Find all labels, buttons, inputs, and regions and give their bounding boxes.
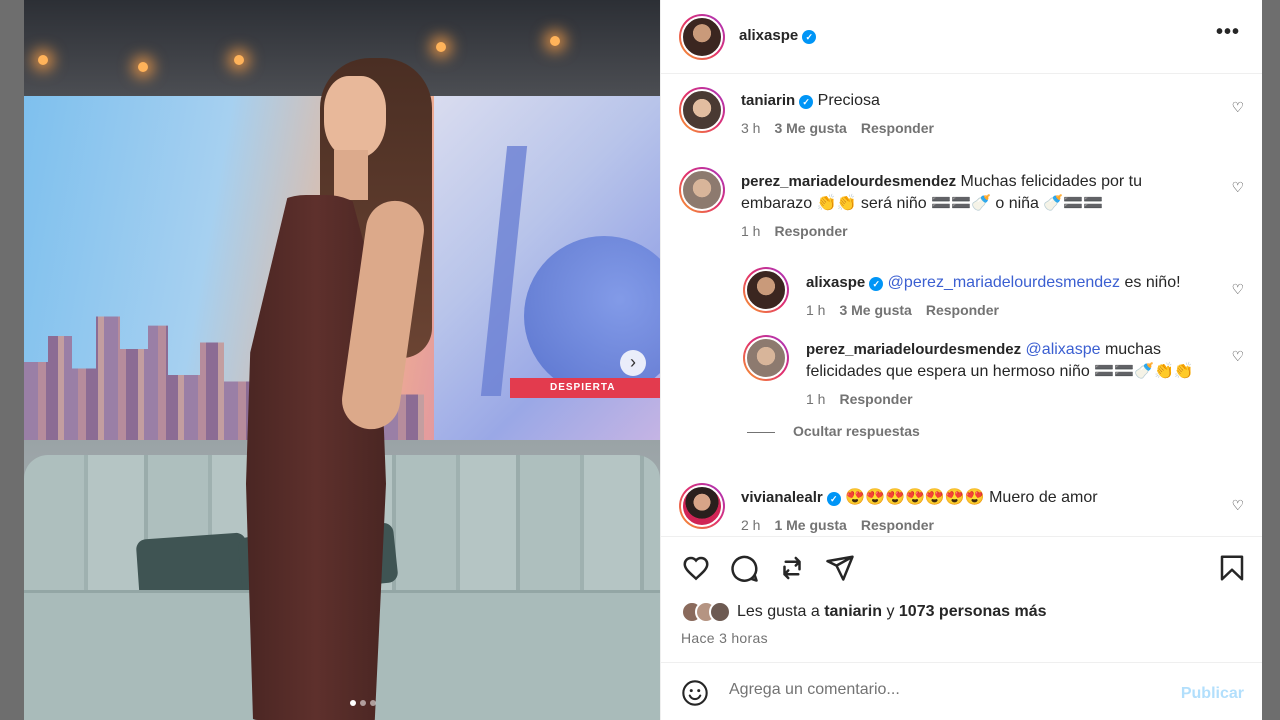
studio-lamp (550, 36, 560, 46)
studio-lamp (138, 62, 148, 72)
comment-username[interactable]: vivianalealr (741, 489, 823, 506)
comment-time[interactable]: 1 h (806, 302, 825, 318)
hide-replies-button[interactable]: Ocultar respuestas (747, 423, 920, 439)
carousel-dot (370, 700, 376, 706)
bookmark-icon[interactable] (1217, 553, 1247, 583)
like-comment-icon[interactable]: ♡ (1231, 179, 1244, 196)
like-comment-icon[interactable]: ♡ (1231, 281, 1244, 298)
comment-time[interactable]: 1 h (806, 391, 825, 407)
commenter-avatar[interactable] (743, 335, 789, 381)
hide-replies-label: Ocultar respuestas (793, 423, 920, 439)
comment-time[interactable]: 3 h (741, 120, 760, 136)
carousel-dot (360, 700, 366, 706)
heart-icon[interactable] (681, 553, 711, 583)
comment: vivianalealr ✓ 😍😍😍😍😍😍😍 Muero de amor 2 h 1… (741, 487, 1221, 533)
verified-icon: ✓ (799, 95, 814, 109)
commenter-avatar[interactable] (743, 267, 789, 313)
reply-button[interactable]: Responder (861, 517, 934, 533)
post-photo[interactable]: DESPIERTA › (24, 0, 660, 720)
like-comment-icon[interactable]: ♡ (1231, 497, 1244, 514)
comment-text: Preciosa (817, 92, 880, 109)
repost-icon[interactable] (777, 553, 807, 583)
comment: taniarin ✓ Preciosa 3 h 3 Me gusta Responde… (741, 90, 1221, 136)
commenter-avatar[interactable] (679, 483, 725, 529)
emoji-icon[interactable] (681, 679, 709, 707)
comment-mention[interactable]: @alixaspe (1026, 341, 1101, 358)
comment-username[interactable]: alixaspe (806, 274, 865, 291)
like-comment-icon[interactable]: ♡ (1231, 348, 1244, 365)
likes-user[interactable]: taniarin (824, 603, 882, 620)
comment-likes[interactable]: 3 Me gusta (774, 120, 846, 136)
likes-prefix: Les gusta a (737, 603, 820, 620)
likes-others[interactable]: 1073 personas más (899, 603, 1047, 620)
comment: perez_mariadelourdesmendez Muchas felici… (741, 171, 1211, 239)
reply-button[interactable]: Responder (861, 120, 934, 136)
comment-composer: Publicar (661, 662, 1262, 720)
comment-time[interactable]: 1 h (741, 223, 760, 239)
person-face (324, 76, 386, 158)
studio-lamp (436, 42, 446, 52)
commenter-avatar[interactable] (679, 87, 725, 133)
carousel-dot-active (350, 700, 356, 706)
comment-username[interactable]: taniarin (741, 92, 795, 109)
reply-comment: perez_mariadelourdesmendez @alixaspe muc… (806, 339, 1206, 407)
person-neck (334, 150, 368, 200)
post-panel: alixaspe ✓ ••• taniarin ✓ Preciosa 3 h 3 Me… (660, 0, 1262, 720)
author-avatar[interactable] (679, 14, 725, 60)
author-username[interactable]: alixaspe (739, 27, 798, 44)
studio-lamp (234, 55, 244, 65)
comment-input[interactable] (729, 681, 1149, 699)
share-icon[interactable] (825, 553, 855, 583)
reply-button[interactable]: Responder (926, 302, 999, 318)
reply-comment: alixaspe ✓ @perez_mariadelourdesmendez es… (806, 272, 1226, 318)
comment-likes[interactable]: 1 Me gusta (774, 517, 846, 533)
replies-divider (747, 431, 775, 433)
verified-icon: ✓ (802, 30, 817, 44)
liker-avatar[interactable] (709, 601, 731, 623)
lower-third-banner: DESPIERTA (510, 378, 660, 398)
carousel-next-button[interactable]: › (620, 350, 646, 376)
verified-icon: ✓ (869, 277, 884, 291)
comment-text: 😍😍😍😍😍😍😍 Muero de amor (845, 489, 1098, 506)
publish-button[interactable]: Publicar (1181, 685, 1244, 703)
comment-icon[interactable] (729, 553, 759, 583)
comments-list[interactable]: taniarin ✓ Preciosa 3 h 3 Me gusta Responde… (661, 75, 1262, 535)
like-comment-icon[interactable]: ♡ (1231, 99, 1244, 116)
post-timestamp[interactable]: Hace 3 horas (681, 630, 768, 646)
likes-summary: Les gusta a taniarin y 1073 personas más (681, 601, 1047, 623)
verified-icon: ✓ (826, 492, 841, 506)
comment-text: es niño! (1124, 274, 1181, 291)
comment-username[interactable]: perez_mariadelourdesmendez (741, 173, 956, 190)
reply-button[interactable]: Responder (774, 223, 847, 239)
carousel-dots (350, 700, 376, 706)
comment-mention[interactable]: @perez_mariadelourdesmendez (888, 274, 1120, 291)
studio-lamp (38, 55, 48, 65)
post-actions: Les gusta a taniarin y 1073 personas más… (661, 536, 1262, 661)
comment-likes[interactable]: 3 Me gusta (839, 302, 911, 318)
comment-time[interactable]: 2 h (741, 517, 760, 533)
post-header: alixaspe ✓ ••• (661, 0, 1262, 74)
commenter-avatar[interactable] (679, 167, 725, 213)
likes-joiner: y (886, 603, 895, 620)
comment-username[interactable]: perez_mariadelourdesmendez (806, 341, 1021, 358)
more-icon[interactable]: ••• (1216, 22, 1240, 42)
reply-button[interactable]: Responder (839, 391, 912, 407)
